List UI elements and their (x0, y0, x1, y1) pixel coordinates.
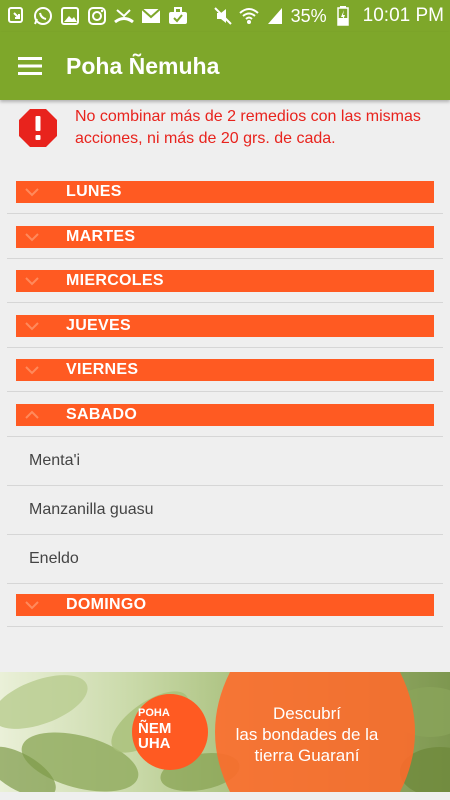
clock: 10:01 PM (362, 5, 444, 26)
day-row-viernes[interactable]: VIERNES (7, 347, 443, 392)
banner-tagline: Descubrí las bondades de la tierra Guara… (222, 703, 392, 766)
day-header: MIERCOLES (16, 270, 434, 292)
instagram-icon (87, 6, 107, 26)
remedy-label: Manzanilla guasu (29, 501, 154, 518)
day-label: JUEVES (66, 317, 131, 334)
logo-line: ÑEM (138, 720, 172, 737)
warning-notice: No combinar más de 2 remedios con las mi… (18, 106, 438, 150)
day-header: SABADO (16, 404, 434, 426)
day-label: LUNES (66, 183, 122, 200)
remedy-label: Menta'i (29, 452, 81, 469)
whatsapp-icon (33, 6, 53, 26)
day-label: MIERCOLES (66, 272, 164, 289)
logo-line: UHA (138, 735, 171, 752)
alert-octagon-icon (19, 109, 57, 147)
download-icon (6, 6, 26, 26)
battery-charging-icon (333, 6, 353, 26)
hamburger-icon (18, 57, 42, 75)
tagline-line: Descubrí (272, 704, 342, 723)
main-content: No combinar más de 2 remedios con las mi… (0, 100, 450, 672)
day-row-martes[interactable]: MARTES (7, 214, 443, 259)
remedy-item[interactable]: Menta'i (7, 437, 443, 486)
day-label: VIERNES (66, 361, 139, 378)
briefcase-check-icon (168, 6, 188, 26)
day-header: VIERNES (16, 359, 434, 381)
day-row-domingo[interactable]: DOMINGO (7, 582, 443, 627)
promo-banner[interactable]: POHA ÑEM UHA Descubrí las bondades de la… (0, 672, 450, 792)
chevron-down-icon (25, 601, 39, 610)
banner-logo: POHA ÑEM UHA (138, 706, 202, 751)
remedy-label: Eneldo (29, 550, 79, 567)
app-bar: Poha Ñemuha (0, 32, 450, 100)
chevron-down-icon (25, 233, 39, 242)
day-label: SABADO (66, 406, 138, 423)
logo-line: POHA (138, 707, 170, 719)
day-row-miercoles[interactable]: MIERCOLES (7, 258, 443, 303)
signal-icon (265, 6, 285, 26)
chevron-down-icon (25, 188, 39, 197)
day-header: JUEVES (16, 315, 434, 337)
battery-percent: 35% (290, 5, 327, 26)
day-row-jueves[interactable]: JUEVES (7, 303, 443, 348)
chevron-down-icon (25, 322, 39, 331)
day-header: LUNES (16, 181, 434, 203)
day-row-sabado[interactable]: SABADO (7, 392, 443, 437)
day-label: DOMINGO (66, 596, 147, 613)
day-row-lunes[interactable]: LUNES (7, 169, 443, 214)
warning-text: No combinar más de 2 remedios con las mi… (75, 108, 421, 147)
gallery-icon (60, 6, 80, 26)
tagline-line: las bondades de la (235, 725, 379, 744)
mail-icon (141, 6, 161, 26)
chevron-down-icon (25, 366, 39, 375)
remedy-item[interactable]: Manzanilla guasu (7, 486, 443, 535)
bottom-strip (0, 792, 450, 800)
day-label: MARTES (66, 228, 136, 245)
day-header: MARTES (16, 226, 434, 248)
missed-call-icon (114, 6, 134, 26)
mute-icon (213, 6, 233, 26)
remedy-item[interactable]: Eneldo (7, 535, 443, 584)
day-header: DOMINGO (16, 594, 434, 616)
chevron-down-icon (25, 277, 39, 286)
wifi-icon (238, 6, 259, 26)
chevron-up-icon (25, 410, 39, 419)
tagline-line: tierra Guaraní (254, 746, 360, 765)
status-bar: 35% 10:01 PM (0, 0, 450, 32)
menu-button[interactable] (0, 32, 60, 100)
page-title: Poha Ñemuha (66, 52, 220, 79)
